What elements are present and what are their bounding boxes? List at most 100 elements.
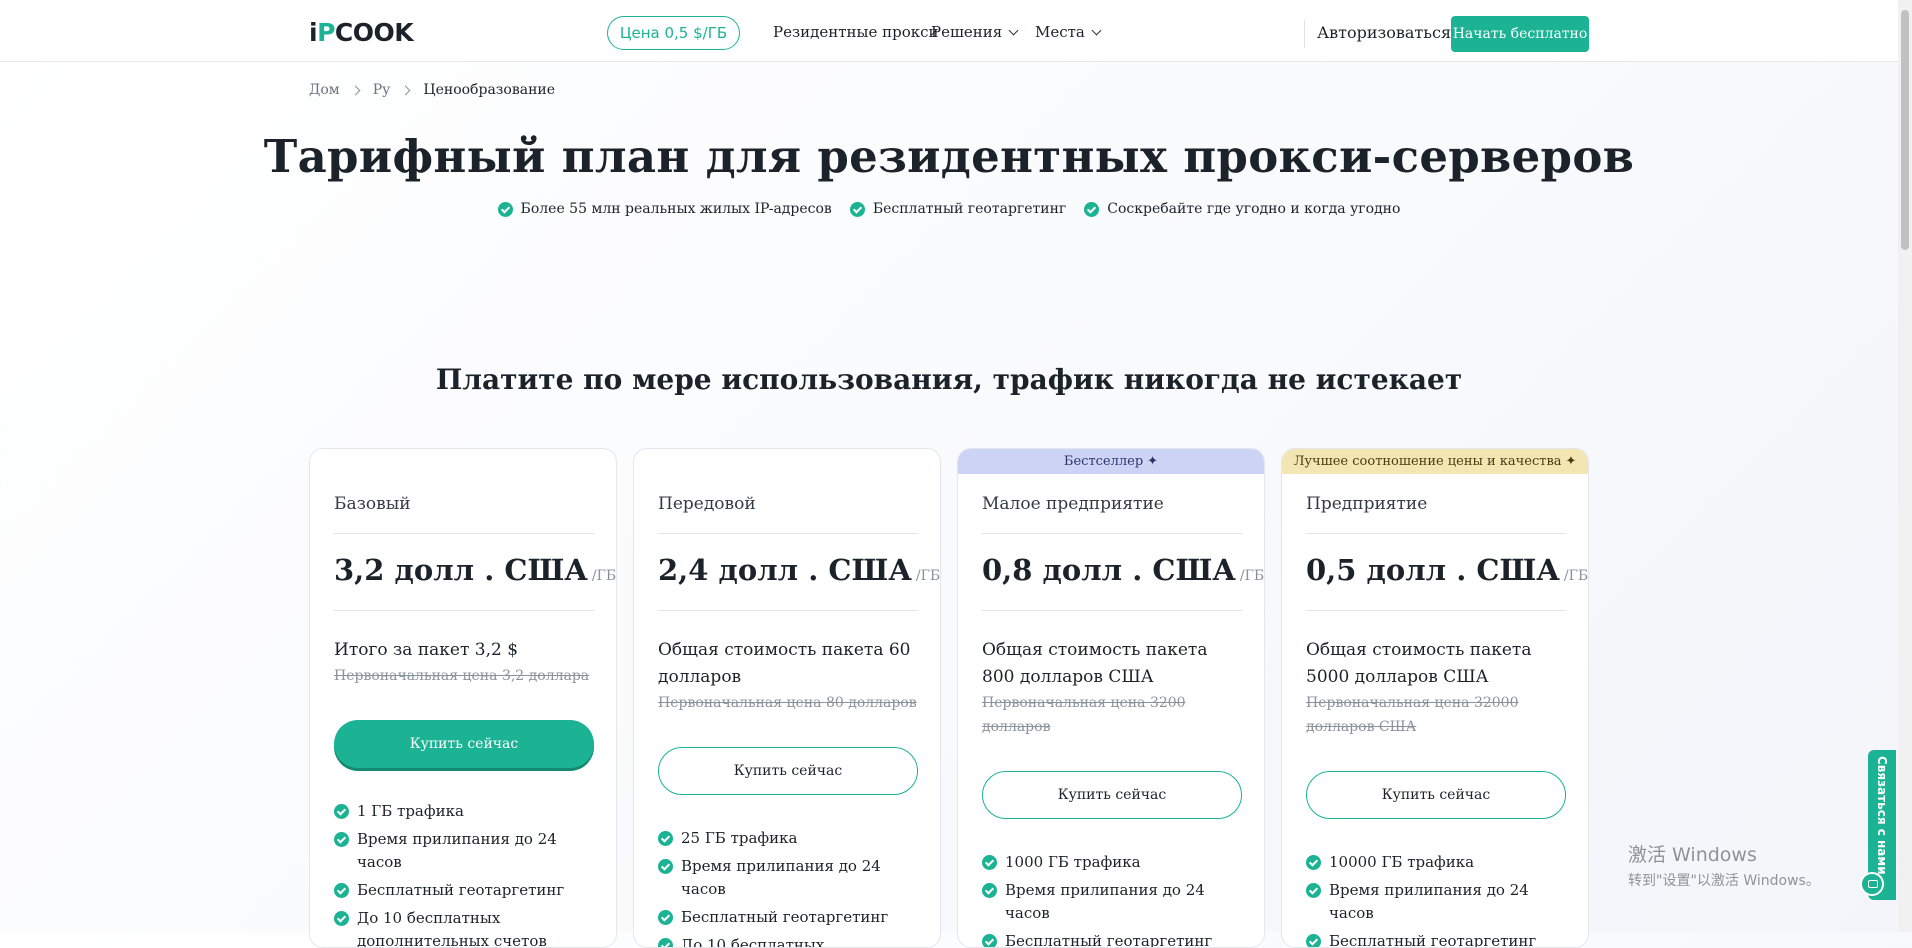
scrollbar[interactable]: [1898, 0, 1912, 932]
chevron-right-icon: [350, 85, 361, 95]
plan-total: Общая стоимость пакета 800 долларов США П…: [982, 637, 1242, 739]
page-title: Тарифный план для резидентных прокси-сер…: [263, 130, 1635, 183]
plan-name: Базовый: [334, 494, 411, 514]
feature-label: Бесплатный геотаргетинг: [1005, 932, 1213, 948]
section-title: Платите по мере использования, трафик ни…: [435, 363, 1463, 396]
check-circle-icon: [982, 883, 997, 898]
price-value: 2,4 долл . США: [658, 553, 912, 587]
list-item: Время прилипания до 24 часов: [982, 879, 1252, 925]
total-text: Общая стоимость пакета 800 долларов США: [982, 640, 1208, 687]
divider: [1306, 533, 1566, 534]
plan-total: Общая стоимость пакета 60 долларов Первон…: [658, 637, 918, 715]
original-price: Первоначальная цена 32000 долларов США: [1306, 695, 1519, 735]
feature-label: Время прилипания до 24 часов: [357, 830, 557, 871]
divider: [334, 533, 594, 534]
feature-label: 10000 ГБ трафика: [1329, 853, 1475, 871]
check-circle-icon: [334, 804, 349, 819]
best-value-badge: Лучшее соотношение цены и качества ✦: [1282, 449, 1588, 474]
price-unit: /ГБ: [915, 568, 941, 584]
plan-card-enterprise: Лучшее соотношение цены и качества ✦ Пред…: [1281, 448, 1589, 948]
hero-feature-label: Бесплатный геотаргетинг: [872, 201, 1067, 217]
feature-label: 1 ГБ трафика: [357, 802, 464, 820]
windows-activation-watermark: 激活 Windows 转到"设置"以激活 Windows。: [1628, 840, 1820, 890]
original-price: Первоначальная цена 3200 долларов: [982, 695, 1186, 735]
brand-logo[interactable]: iPCOOK: [309, 18, 414, 47]
feature-label: Бесплатный геотаргетинг: [681, 908, 889, 926]
feature-label: До 10 бесплатных дополнительных счетов: [357, 909, 547, 948]
scrollbar-thumb[interactable]: [1901, 10, 1909, 250]
check-circle-icon: [1306, 934, 1321, 947]
plan-price: 0,8 долл . США/ГБ: [982, 553, 1264, 587]
hero-feature-label: Более 55 млн реальных жилых IP-адресов: [520, 201, 832, 217]
price-pill-button[interactable]: Цена 0,5 $/ГБ: [607, 16, 740, 50]
plan-price: 0,5 долл . США/ГБ: [1306, 553, 1588, 587]
breadcrumb-current: Ценообразование: [423, 82, 556, 98]
check-circle-icon: [1084, 201, 1100, 217]
buy-now-button[interactable]: Купить сейчас: [658, 747, 918, 795]
check-circle-icon: [982, 934, 997, 947]
list-item: Время прилипания до 24 часов: [1306, 879, 1576, 925]
divider: [334, 610, 594, 611]
list-item: До 10 бесплатных: [658, 934, 928, 948]
plan-name: Предприятие: [1306, 494, 1428, 514]
nav-solutions-dropdown[interactable]: Решения: [931, 23, 1019, 41]
nav-divider: [1304, 20, 1305, 48]
plan-total: Итого за пакет 3,2 $ Первоначальная цена …: [334, 637, 594, 688]
divider: [1306, 610, 1566, 611]
buy-now-button[interactable]: Купить сейчас: [1306, 771, 1566, 819]
feature-label: 1000 ГБ трафика: [1005, 853, 1141, 871]
price-value: 3,2 долл . США: [334, 553, 588, 587]
feature-label: Бесплатный геотаргетинг: [1329, 932, 1537, 948]
login-link[interactable]: Авторизоваться: [1317, 23, 1451, 42]
total-text: Общая стоимость пакета 5000 долларов США: [1306, 640, 1532, 687]
chevron-right-icon: [400, 85, 411, 95]
plan-price: 2,4 долл . США/ГБ: [658, 553, 940, 587]
nav-residential-proxies[interactable]: Резидентные прокси: [773, 23, 939, 41]
plan-feature-list: 1000 ГБ трафика Время прилипания до 24 ч…: [982, 851, 1252, 948]
check-circle-icon: [658, 910, 673, 925]
list-item: Бесплатный геотаргетинг: [658, 906, 928, 929]
breadcrumb: Дом Ру Ценообразование: [309, 82, 555, 98]
watermark-subtitle: 转到"设置"以激活 Windows。: [1628, 873, 1820, 889]
sparkle-icon: ✦: [1147, 454, 1159, 469]
total-text: Общая стоимость пакета 60 долларов: [658, 640, 911, 687]
chevron-down-icon: [1091, 25, 1102, 35]
divider: [658, 610, 918, 611]
check-circle-icon: [658, 859, 673, 874]
original-price: Первоначальная цена 3,2 доллара: [334, 668, 590, 684]
list-item: Бесплатный геотаргетинг: [982, 930, 1252, 948]
feature-label: Время прилипания до 24 часов: [1329, 881, 1529, 922]
divider: [982, 533, 1242, 534]
chevron-down-icon: [1008, 25, 1019, 35]
breadcrumb-lang[interactable]: Ру: [373, 82, 391, 98]
start-free-button[interactable]: Начать бесплатно: [1451, 16, 1589, 52]
plan-card-basic: Базовый 3,2 долл . США/ГБ Итого за пакет…: [309, 448, 617, 948]
plan-feature-list: 1 ГБ трафика Время прилипания до 24 часо…: [334, 800, 604, 948]
hero-feature-label: Соскребайте где угодно и когда угодно: [1107, 201, 1401, 217]
check-circle-icon: [1306, 855, 1321, 870]
list-item: 10000 ГБ трафика: [1306, 851, 1576, 874]
breadcrumb-home[interactable]: Дом: [309, 82, 340, 98]
bestseller-badge: Бестселлер ✦: [958, 449, 1264, 474]
hero-feature-list: Более 55 млн реальных жилых IP-адресов Б…: [0, 201, 1898, 217]
divider: [658, 533, 918, 534]
plan-card-small-business: Бестселлер ✦ Малое предприятие 0,8 долл .…: [957, 448, 1265, 948]
price-unit: /ГБ: [1239, 568, 1265, 584]
feature-label: До 10 бесплатных: [681, 936, 825, 948]
list-item: До 10 бесплатных дополнительных счетов: [334, 907, 604, 948]
list-item: 1 ГБ трафика: [334, 800, 604, 823]
hero-feature: Более 55 млн реальных жилых IP-адресов: [497, 201, 832, 217]
chat-icon[interactable]: [1860, 872, 1884, 896]
nav-locations-dropdown[interactable]: Места: [1035, 23, 1102, 41]
feature-label: Время прилипания до 24 часов: [681, 857, 881, 898]
list-item: Бесплатный геотаргетинг: [334, 879, 604, 902]
check-circle-icon: [849, 201, 865, 217]
plan-total: Общая стоимость пакета 5000 долларов США…: [1306, 637, 1566, 739]
top-navbar: iPCOOK Цена 0,5 $/ГБ Резидентные прокси …: [0, 0, 1898, 62]
check-circle-icon: [982, 855, 997, 870]
price-value: 0,5 долл . США: [1306, 553, 1560, 587]
buy-now-button[interactable]: Купить сейчас: [982, 771, 1242, 819]
total-text: Итого за пакет 3,2 $: [334, 640, 519, 660]
buy-now-button[interactable]: Купить сейчас: [334, 720, 594, 768]
hero-feature: Бесплатный геотаргетинг: [849, 201, 1067, 217]
